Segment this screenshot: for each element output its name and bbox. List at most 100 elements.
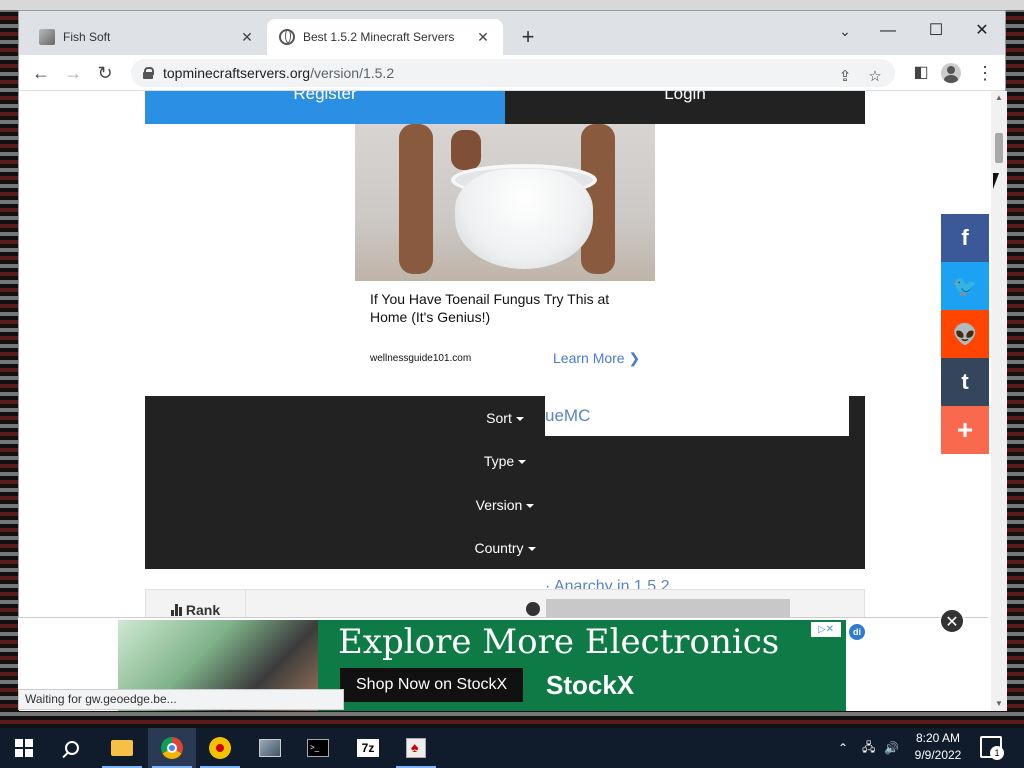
url-path: /version/1.5.2 <box>310 65 395 81</box>
tab-minecraft-servers[interactable]: Best 1.5.2 Minecraft Servers ✕ <box>267 19 503 55</box>
tab-close-icon[interactable]: ✕ <box>239 29 255 46</box>
tray-chevron-up-icon[interactable]: ⌃ <box>838 728 848 768</box>
taskbar-cmd[interactable]: >_ <box>294 728 342 768</box>
tab-title: Fish Soft <box>63 30 111 44</box>
sponsored-ad-card[interactable]: If You Have Toenail Fungus Try This at H… <box>355 124 655 374</box>
profile-avatar-icon[interactable] <box>941 63 961 83</box>
sort-label: Sort <box>486 410 512 426</box>
facebook-share-button[interactable]: f <box>941 214 989 262</box>
di-icon[interactable]: di <box>849 624 865 640</box>
image-viewer-icon <box>259 739 281 757</box>
more-share-button[interactable]: + <box>941 406 989 454</box>
fish-soft-favicon-icon <box>39 29 55 45</box>
tab-close-icon[interactable]: ✕ <box>475 29 491 46</box>
clock-date: 9/9/2022 <box>914 748 962 762</box>
folder-icon <box>111 740 133 756</box>
cards-icon <box>406 738 426 758</box>
taskbar-7zip[interactable]: 7z <box>344 728 392 768</box>
sort-dropdown[interactable]: Sort <box>455 410 555 426</box>
7zip-icon: 7z <box>357 739 379 757</box>
app-circle-icon <box>209 737 231 759</box>
type-dropdown[interactable]: Type <box>455 453 555 469</box>
loading-placeholder-bar <box>546 599 790 619</box>
ad-learn-more-link[interactable]: Learn More ❯ <box>553 350 640 367</box>
volume-icon[interactable]: 🔊 <box>884 728 899 768</box>
globe-icon <box>526 602 540 616</box>
social-share-bar: f 🐦 👽 t + <box>941 214 989 454</box>
windows-taskbar: >_ 7z ⌃ 🖧 🔊 8:20 AM 9/9/2022 1 <box>0 728 1024 768</box>
desktop-top-window <box>0 0 1024 10</box>
browser-toolbar: ← → ↻ topminecraftservers.org/version/1.… <box>19 55 1005 91</box>
taskbar-chrome[interactable] <box>148 728 196 768</box>
country-label: Country <box>474 540 524 556</box>
ad-headline-text: Explore More Electronics <box>338 622 780 662</box>
lock-icon[interactable] <box>143 67 154 79</box>
server-search-input[interactable] <box>545 396 849 436</box>
scroll-up-arrow-icon[interactable]: ▲ <box>991 91 1007 105</box>
taskbar-file-explorer[interactable] <box>98 728 146 768</box>
scroll-down-arrow-icon[interactable]: ▼ <box>991 697 1007 711</box>
mouse-cursor-icon <box>993 173 999 189</box>
chrome-icon <box>161 737 183 759</box>
start-button[interactable] <box>0 728 48 768</box>
tumblr-share-button[interactable]: t <box>941 358 989 406</box>
browser-window: Fish Soft ✕ Best 1.5.2 Minecraft Servers… <box>18 10 1007 711</box>
clock-time: 8:20 AM <box>915 731 961 745</box>
browser-status-bar: Waiting for gw.geoedge.be... <box>18 689 344 710</box>
side-panel-icon[interactable]: ◧ <box>907 59 935 87</box>
auth-bar: Register Login <box>145 91 865 124</box>
search-icon <box>65 741 79 755</box>
bar-chart-icon <box>170 604 182 616</box>
tab-title: Best 1.5.2 Minecraft Servers <box>303 30 455 44</box>
login-button[interactable]: Login <box>505 91 865 124</box>
address-bar[interactable]: topminecraftservers.org/version/1.5.2 ⇪ … <box>131 59 895 87</box>
ad-source: wellnessguide101.com <box>370 353 472 364</box>
version-dropdown[interactable]: Version <box>455 497 555 513</box>
register-button[interactable]: Register <box>145 91 505 124</box>
stockx-logo: StockX <box>546 670 635 700</box>
close-window-button[interactable]: ✕ <box>959 17 1005 45</box>
ad-choices-icon[interactable]: ▷✕ <box>811 622 841 637</box>
chevron-down-icon <box>518 460 527 465</box>
reload-button[interactable]: ↻ <box>91 59 119 87</box>
ad-photo-bowl <box>455 169 593 269</box>
type-label: Type <box>483 453 515 469</box>
terminal-icon: >_ <box>307 739 329 757</box>
windows-logo-icon <box>15 739 33 757</box>
chevron-down-icon <box>515 417 524 422</box>
share-icon[interactable]: ⇪ <box>831 63 859 91</box>
browser-menu-icon[interactable]: ⋮ <box>971 59 999 87</box>
taskbar-clock[interactable]: 8:20 AM 9/9/2022 <box>906 730 970 764</box>
maximize-button[interactable]: ☐ <box>913 17 959 45</box>
taskbar-search-button[interactable] <box>48 728 96 768</box>
taskbar-app-image[interactable] <box>246 728 294 768</box>
ad-photo[interactable] <box>355 124 655 281</box>
version-label: Version <box>475 497 523 513</box>
chevron-down-icon <box>526 504 535 509</box>
minimize-button[interactable]: — <box>865 17 911 45</box>
tab-fish-soft[interactable]: Fish Soft ✕ <box>27 19 267 55</box>
chevron-down-icon <box>527 547 536 552</box>
tab-search-chevron-icon[interactable]: ⌄ <box>831 17 859 45</box>
server-filter-panel: Sort Type Version Country <box>145 396 865 569</box>
taskbar-app-yellow[interactable] <box>196 728 244 768</box>
twitter-share-button[interactable]: 🐦 <box>941 262 989 310</box>
new-tab-button[interactable]: + <box>515 25 541 51</box>
scrollbar-thumb[interactable] <box>995 133 1003 163</box>
shop-now-button[interactable]: Shop Now on StockX <box>340 668 524 702</box>
notification-count-badge: 1 <box>990 746 1004 760</box>
tab-strip: Fish Soft ✕ Best 1.5.2 Minecraft Servers… <box>19 11 1005 55</box>
taskbar-solitaire[interactable] <box>392 728 440 768</box>
rank-label: Rank <box>185 602 221 618</box>
network-icon[interactable]: 🖧 <box>862 728 875 768</box>
forward-button[interactable]: → <box>59 59 87 87</box>
ad-photo-hand <box>451 130 481 170</box>
globe-favicon-icon <box>279 29 295 45</box>
reddit-share-button[interactable]: 👽 <box>941 310 989 358</box>
back-button[interactable]: ← <box>27 59 55 87</box>
bookmark-star-icon[interactable]: ☆ <box>861 63 889 91</box>
ad-headline[interactable]: If You Have Toenail Fungus Try This at H… <box>370 290 640 326</box>
ad-close-button[interactable]: ✕ <box>939 608 965 634</box>
url-host: topminecraftservers.org <box>163 65 311 81</box>
country-dropdown[interactable]: Country <box>455 540 555 556</box>
